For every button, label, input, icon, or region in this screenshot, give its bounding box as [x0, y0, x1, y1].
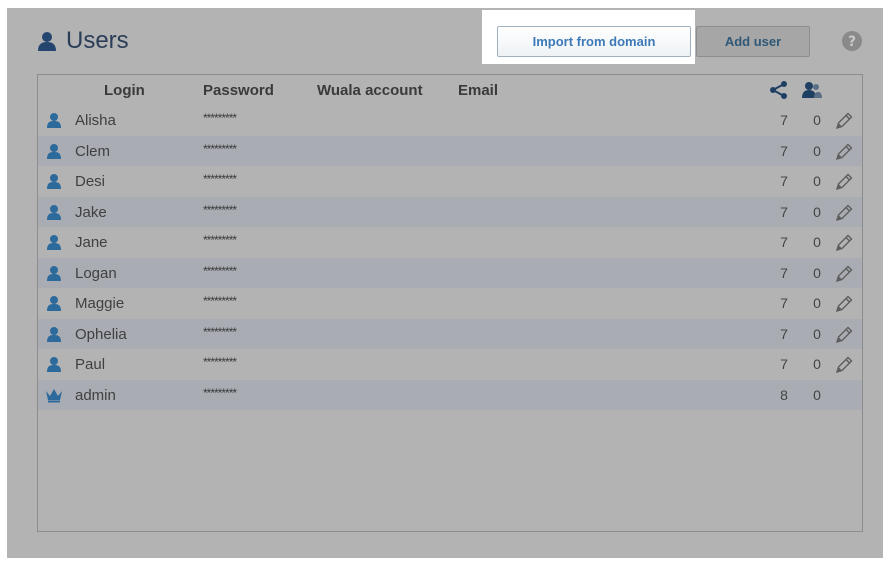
- row-login: Maggie: [75, 295, 125, 312]
- svg-text:?: ?: [848, 34, 856, 50]
- table-row[interactable]: Maggie ********* 7 0: [38, 288, 862, 319]
- row-password: *********: [203, 263, 237, 278]
- row-shares-count: 7: [780, 203, 788, 220]
- row-password: *********: [203, 141, 237, 156]
- row-password: *********: [203, 385, 237, 400]
- page-title: Users: [36, 26, 129, 56]
- row-groups-count: 0: [813, 264, 821, 281]
- row-groups-count: 0: [813, 234, 821, 250]
- table-body: Alisha ********* 7 0 Clem ********* 7 0 Desi ****…: [38, 105, 862, 410]
- row-login: Alisha: [75, 112, 116, 129]
- column-password[interactable]: Password: [203, 82, 274, 99]
- row-password: *********: [203, 111, 237, 125]
- row-login: Desi: [75, 173, 106, 190]
- row-groups-count: 0: [813, 112, 821, 128]
- crown-icon: [46, 388, 62, 402]
- table-row[interactable]: Jane ********* 7 0: [38, 227, 862, 258]
- row-password: *********: [203, 172, 237, 186]
- user-icon: [47, 296, 61, 311]
- table-row[interactable]: Desi ********* 7 0: [38, 166, 862, 197]
- user-icon: [47, 357, 61, 372]
- add-user-button[interactable]: Add user: [696, 26, 810, 57]
- row-login: admin: [75, 386, 116, 404]
- row-groups-count: 0: [813, 203, 821, 220]
- help-icon[interactable]: ?: [841, 30, 863, 52]
- edit-pencil-icon[interactable]: [834, 355, 854, 375]
- row-groups-count: 0: [813, 325, 821, 342]
- row-shares-count: 7: [780, 112, 788, 128]
- edit-pencil-icon[interactable]: [834, 294, 854, 314]
- share-icon[interactable]: [769, 80, 789, 100]
- import-from-domain-button[interactable]: Import from domain: [497, 26, 691, 57]
- table-row[interactable]: Paul ********* 7 0: [38, 349, 862, 380]
- user-icon: [47, 174, 61, 189]
- table-row[interactable]: Alisha ********* 7 0: [38, 105, 862, 136]
- edit-pencil-icon[interactable]: [834, 264, 854, 284]
- row-shares-count: 7: [780, 173, 788, 189]
- row-groups-count: 0: [813, 386, 821, 403]
- table-row[interactable]: admin ********* 8 0: [38, 379, 862, 410]
- row-groups-count: 0: [813, 356, 821, 372]
- edit-pencil-icon[interactable]: [834, 233, 854, 253]
- user-icon: [47, 143, 61, 159]
- row-groups-count: 0: [813, 173, 821, 189]
- column-login[interactable]: Login: [104, 82, 145, 99]
- edit-pencil-icon[interactable]: [834, 142, 854, 162]
- row-shares-count: 7: [780, 234, 788, 250]
- row-login: Paul: [75, 356, 106, 373]
- table-row[interactable]: Clem ********* 7 0: [38, 135, 862, 166]
- row-login: Ophelia: [75, 325, 127, 343]
- group-users-icon[interactable]: [802, 80, 822, 100]
- user-icon: [47, 204, 61, 220]
- row-groups-count: 0: [813, 295, 821, 311]
- user-icon: [47, 326, 61, 342]
- row-password: *********: [203, 355, 237, 369]
- table-row[interactable]: Logan ********* 7 0: [38, 257, 862, 288]
- row-shares-count: 7: [780, 142, 788, 159]
- row-password: *********: [203, 233, 237, 247]
- row-login: Jane: [75, 234, 108, 251]
- row-shares-count: 7: [780, 264, 788, 281]
- edit-pencil-icon[interactable]: [834, 325, 854, 345]
- row-shares-count: 7: [780, 295, 788, 311]
- page-title-text: Users: [66, 27, 129, 54]
- user-icon: [47, 265, 61, 281]
- user-icon: [47, 235, 61, 250]
- users-table: Login Password Wuala account Email Alish…: [37, 74, 863, 532]
- table-row[interactable]: Ophelia ********* 7 0: [38, 318, 862, 349]
- column-wuala-account[interactable]: Wuala account: [317, 82, 423, 99]
- row-password: *********: [203, 294, 237, 308]
- row-groups-count: 0: [813, 142, 821, 159]
- edit-pencil-icon[interactable]: [834, 172, 854, 192]
- user-icon: [47, 113, 61, 128]
- table-row[interactable]: Jake ********* 7 0: [38, 196, 862, 227]
- edit-pencil-icon[interactable]: [834, 203, 854, 223]
- row-login: Jake: [75, 203, 107, 221]
- column-email[interactable]: Email: [458, 82, 498, 99]
- row-shares-count: 7: [780, 356, 788, 372]
- row-password: *********: [203, 324, 237, 339]
- row-login: Logan: [75, 264, 117, 282]
- edit-pencil-icon[interactable]: [834, 111, 854, 131]
- table-header: Login Password Wuala account Email: [38, 75, 862, 105]
- user-icon: [38, 32, 56, 51]
- row-password: *********: [203, 202, 237, 217]
- row-shares-count: 8: [780, 386, 788, 403]
- row-login: Clem: [75, 142, 111, 160]
- row-shares-count: 7: [780, 325, 788, 342]
